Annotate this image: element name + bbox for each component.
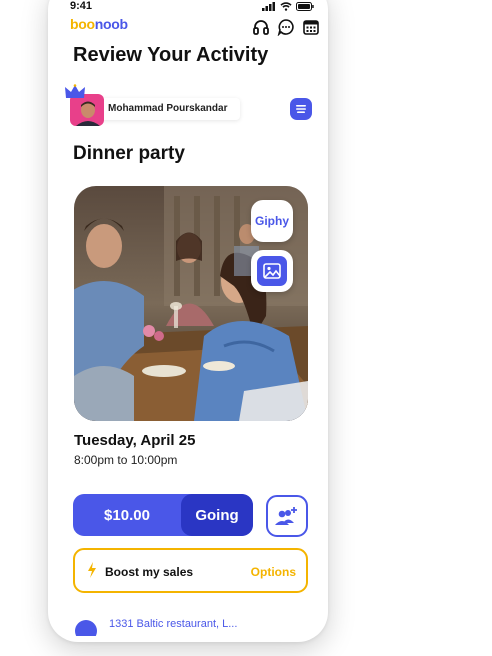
logo-part2: noob: [94, 16, 128, 32]
phone-frame: 9:41 boonoob Review Your Activity Mohamm…: [48, 0, 328, 642]
lightning-icon: [88, 562, 96, 578]
image-button-inner: [257, 256, 287, 286]
app-bar-actions: [252, 18, 320, 37]
image-icon: [263, 263, 281, 279]
location-icon: [75, 620, 97, 636]
options-link[interactable]: Options: [251, 565, 296, 579]
event-title: Dinner party: [73, 143, 185, 164]
signal-icon: [262, 2, 275, 11]
event-time: 8:00pm to 10:00pm: [74, 453, 178, 467]
headphones-icon[interactable]: [252, 18, 270, 36]
price-going-control: $10.00 Going: [73, 494, 253, 536]
crown-icon: [65, 84, 85, 98]
add-people-icon: [275, 507, 297, 525]
status-bar: 9:41: [70, 0, 320, 14]
boost-sales-button[interactable]: Boost my sales Options: [73, 548, 308, 593]
chat-bubble-icon[interactable]: [277, 18, 295, 37]
page-title: Review Your Activity: [73, 44, 269, 66]
going-button[interactable]: Going: [181, 494, 253, 536]
app-logo[interactable]: boonoob: [70, 16, 128, 32]
boost-label: Boost my sales: [105, 565, 194, 579]
address-row[interactable]: 1331 Baltic restaurant, L...: [73, 616, 308, 636]
status-time: 9:41: [70, 0, 93, 12]
status-icons: [262, 2, 314, 11]
battery-icon: [296, 2, 314, 11]
user-name: Mohammad Pourskandar: [108, 103, 228, 114]
app-bar: boonoob: [70, 16, 320, 37]
address-text: 1331 Baltic restaurant, L...: [109, 618, 238, 630]
calendar-icon[interactable]: [302, 18, 320, 36]
price-button[interactable]: $10.00: [73, 494, 181, 536]
user-row[interactable]: Mohammad Pourskandar: [65, 84, 320, 126]
logo-part1: boo: [70, 16, 95, 32]
event-date: Tuesday, April 25: [74, 432, 196, 449]
add-image-button[interactable]: [251, 250, 293, 292]
add-people-button[interactable]: [266, 495, 308, 537]
screen: 9:41 boonoob Review Your Activity Mohamm…: [48, 0, 328, 642]
user-menu-button[interactable]: [290, 98, 312, 120]
wifi-icon: [280, 2, 292, 11]
menu-icon: [296, 105, 306, 113]
giphy-button[interactable]: Giphy: [251, 200, 293, 242]
